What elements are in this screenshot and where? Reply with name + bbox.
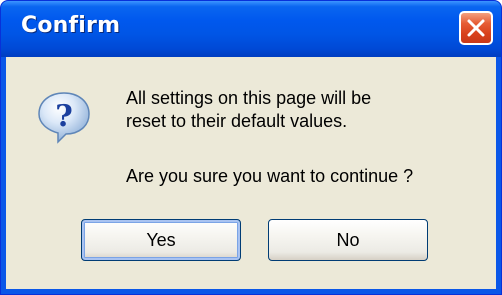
svg-text:?: ?	[55, 99, 73, 134]
no-button[interactable]: No	[268, 219, 428, 261]
title-bar[interactable]: Confirm	[1, 1, 501, 57]
message-line: All settings on this page will be	[126, 88, 372, 108]
yes-button[interactable]: Yes	[81, 219, 241, 261]
message-text: All settings on this page will be reset …	[126, 87, 371, 133]
dialog-body: ? All settings on this page will be rese…	[6, 57, 496, 289]
dialog-title: Confirm	[21, 13, 121, 38]
question-text: Are you sure you want to continue ?	[126, 166, 414, 186]
question-icon: ?	[38, 92, 90, 144]
close-icon	[467, 19, 485, 37]
message-line: reset to their default values.	[126, 111, 348, 131]
close-button[interactable]	[459, 11, 493, 45]
confirm-dialog-window: Confirm ? All settings on this page will…	[0, 0, 502, 295]
